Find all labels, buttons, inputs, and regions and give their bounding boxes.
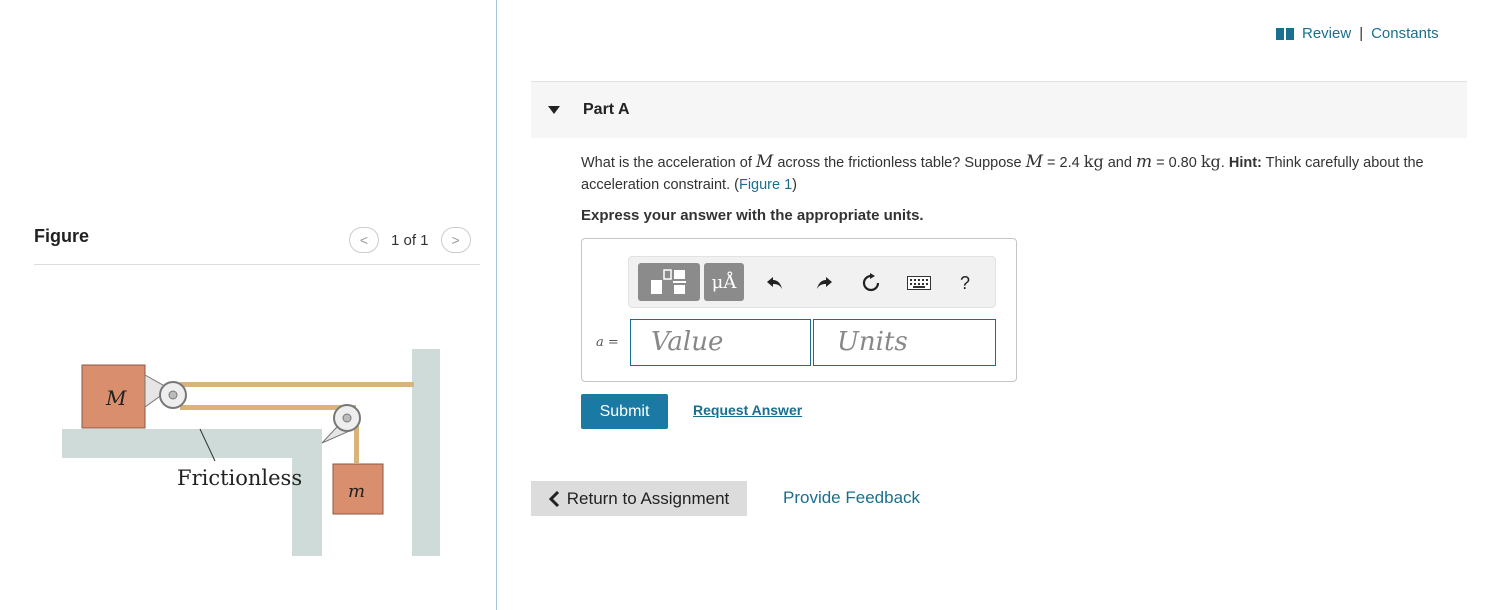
answer-box: μÅ ? a = Value Units <box>581 238 1017 382</box>
figure-title: Figure <box>34 226 90 246</box>
label-m: m <box>348 481 365 502</box>
pulley-figure: M m Frictionless <box>62 349 440 556</box>
part-header[interactable]: Part A <box>531 81 1467 138</box>
wall-shape <box>412 349 440 556</box>
return-label: Return to Assignment <box>566 488 730 508</box>
provide-feedback-link[interactable]: Provide Feedback <box>783 488 920 508</box>
reset-icon[interactable] <box>857 269 885 297</box>
review-constants: Review | Constants <box>1276 25 1439 42</box>
figure-divider <box>34 264 480 265</box>
rope-top <box>180 382 414 387</box>
caret-down-icon <box>548 106 560 114</box>
rope-lower <box>180 405 356 410</box>
constants-link[interactable]: Constants <box>1371 25 1439 42</box>
next-figure-button[interactable]: > <box>440 227 471 253</box>
label-M: M <box>105 386 127 410</box>
request-answer-link[interactable]: Request Answer <box>693 402 802 418</box>
units-input[interactable]: Units <box>813 319 996 366</box>
panel-divider <box>496 0 497 610</box>
keyboard-icon[interactable] <box>905 269 933 297</box>
chevron-left-icon <box>548 490 559 507</box>
review-separator: | <box>1359 25 1364 42</box>
instructions: Express your answer with the appropriate… <box>581 207 924 224</box>
question-text: What is the acceleration of M across the… <box>581 152 1424 193</box>
templates-icon <box>651 269 686 294</box>
table-shape <box>62 429 322 556</box>
prev-figure-button[interactable]: < <box>349 227 379 253</box>
units-button[interactable]: μÅ <box>704 263 744 301</box>
part-title: Part A <box>583 101 630 118</box>
answer-variable-label: a = <box>596 335 619 350</box>
book-icon <box>1276 27 1294 40</box>
redo-icon[interactable] <box>810 269 838 297</box>
figure-pager: < 1 of 1 > <box>349 227 471 253</box>
submit-button[interactable]: Submit <box>581 394 668 429</box>
pager-text: 1 of 1 <box>391 231 429 249</box>
figure-link[interactable]: Figure 1 <box>739 177 792 193</box>
figure-panel: Figure < 1 of 1 > M m Frictionless <box>0 0 497 610</box>
chevron-left-icon: < <box>359 232 369 248</box>
label-frictionless: Frictionless <box>177 466 302 490</box>
value-input[interactable]: Value <box>630 319 811 366</box>
chevron-right-icon: > <box>451 232 460 248</box>
templates-button[interactable] <box>638 263 700 301</box>
undo-icon[interactable] <box>761 269 789 297</box>
help-button[interactable]: ? <box>951 269 979 297</box>
math-toolbar: μÅ ? <box>628 256 996 308</box>
return-to-assignment-button[interactable]: Return to Assignment <box>531 481 747 516</box>
review-link[interactable]: Review <box>1302 25 1351 42</box>
